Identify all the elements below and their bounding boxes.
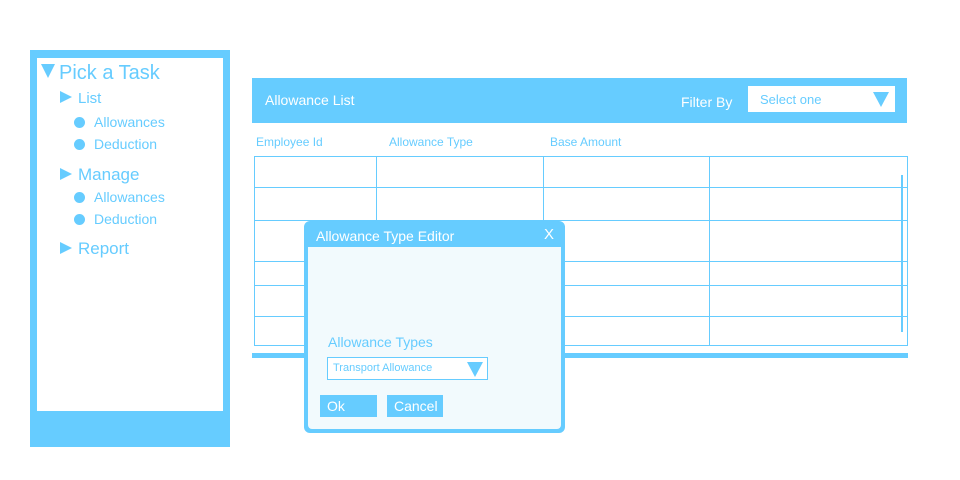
sidebar-item-manage-allowances[interactable]: Allowances — [74, 189, 165, 205]
caret-right-icon — [60, 91, 72, 103]
table-row-divider — [255, 187, 907, 188]
allowance-types-label: Allowance Types — [328, 334, 433, 350]
caret-right-icon — [60, 168, 72, 180]
sidebar-item-manage-deduction[interactable]: Deduction — [74, 211, 157, 227]
allowance-types-select-value: Transport Allowance — [333, 362, 433, 374]
sidebar-group-list[interactable]: List — [60, 90, 101, 108]
sidebar-group-manage[interactable]: Manage — [60, 165, 139, 185]
bullet-icon — [74, 139, 85, 150]
filter-label: Filter By — [681, 94, 733, 110]
sidebar-item-list-allowances[interactable]: Allowances — [74, 114, 165, 130]
sidebar-item-list-deduction[interactable]: Deduction — [74, 136, 157, 152]
list-header-bar: Allowance List Filter By Select one — [252, 78, 907, 123]
column-header-employee-id[interactable]: Employee Id — [256, 135, 323, 149]
list-title: Allowance List — [265, 92, 355, 108]
dialog-close-button[interactable]: X — [544, 226, 554, 243]
table-column-divider — [709, 157, 710, 345]
filter-select[interactable]: Select one — [748, 86, 895, 112]
table-scrollbar[interactable] — [901, 175, 903, 332]
filter-select-value: Select one — [760, 92, 822, 107]
caret-down-icon — [41, 64, 55, 78]
sidebar-title[interactable]: Pick a Task — [41, 62, 160, 84]
column-header-base-amount[interactable]: Base Amount — [550, 135, 621, 149]
sidebar-panel: Pick a Task List Allowances Deduction Ma… — [37, 58, 223, 411]
dropdown-arrow-icon — [873, 92, 889, 107]
column-header-allowance-type[interactable]: Allowance Type — [389, 135, 473, 149]
dropdown-arrow-icon — [467, 362, 483, 377]
cancel-button[interactable]: Cancel — [387, 395, 443, 417]
bullet-icon — [74, 192, 85, 203]
bullet-icon — [74, 214, 85, 225]
bullet-icon — [74, 117, 85, 128]
ok-button[interactable]: Ok — [320, 395, 377, 417]
sidebar-group-report[interactable]: Report — [60, 239, 129, 259]
allowance-types-select[interactable]: Transport Allowance — [327, 357, 488, 380]
sidebar: Pick a Task List Allowances Deduction Ma… — [30, 50, 230, 447]
dialog-title: Allowance Type Editor — [316, 228, 455, 244]
caret-right-icon — [60, 242, 72, 254]
